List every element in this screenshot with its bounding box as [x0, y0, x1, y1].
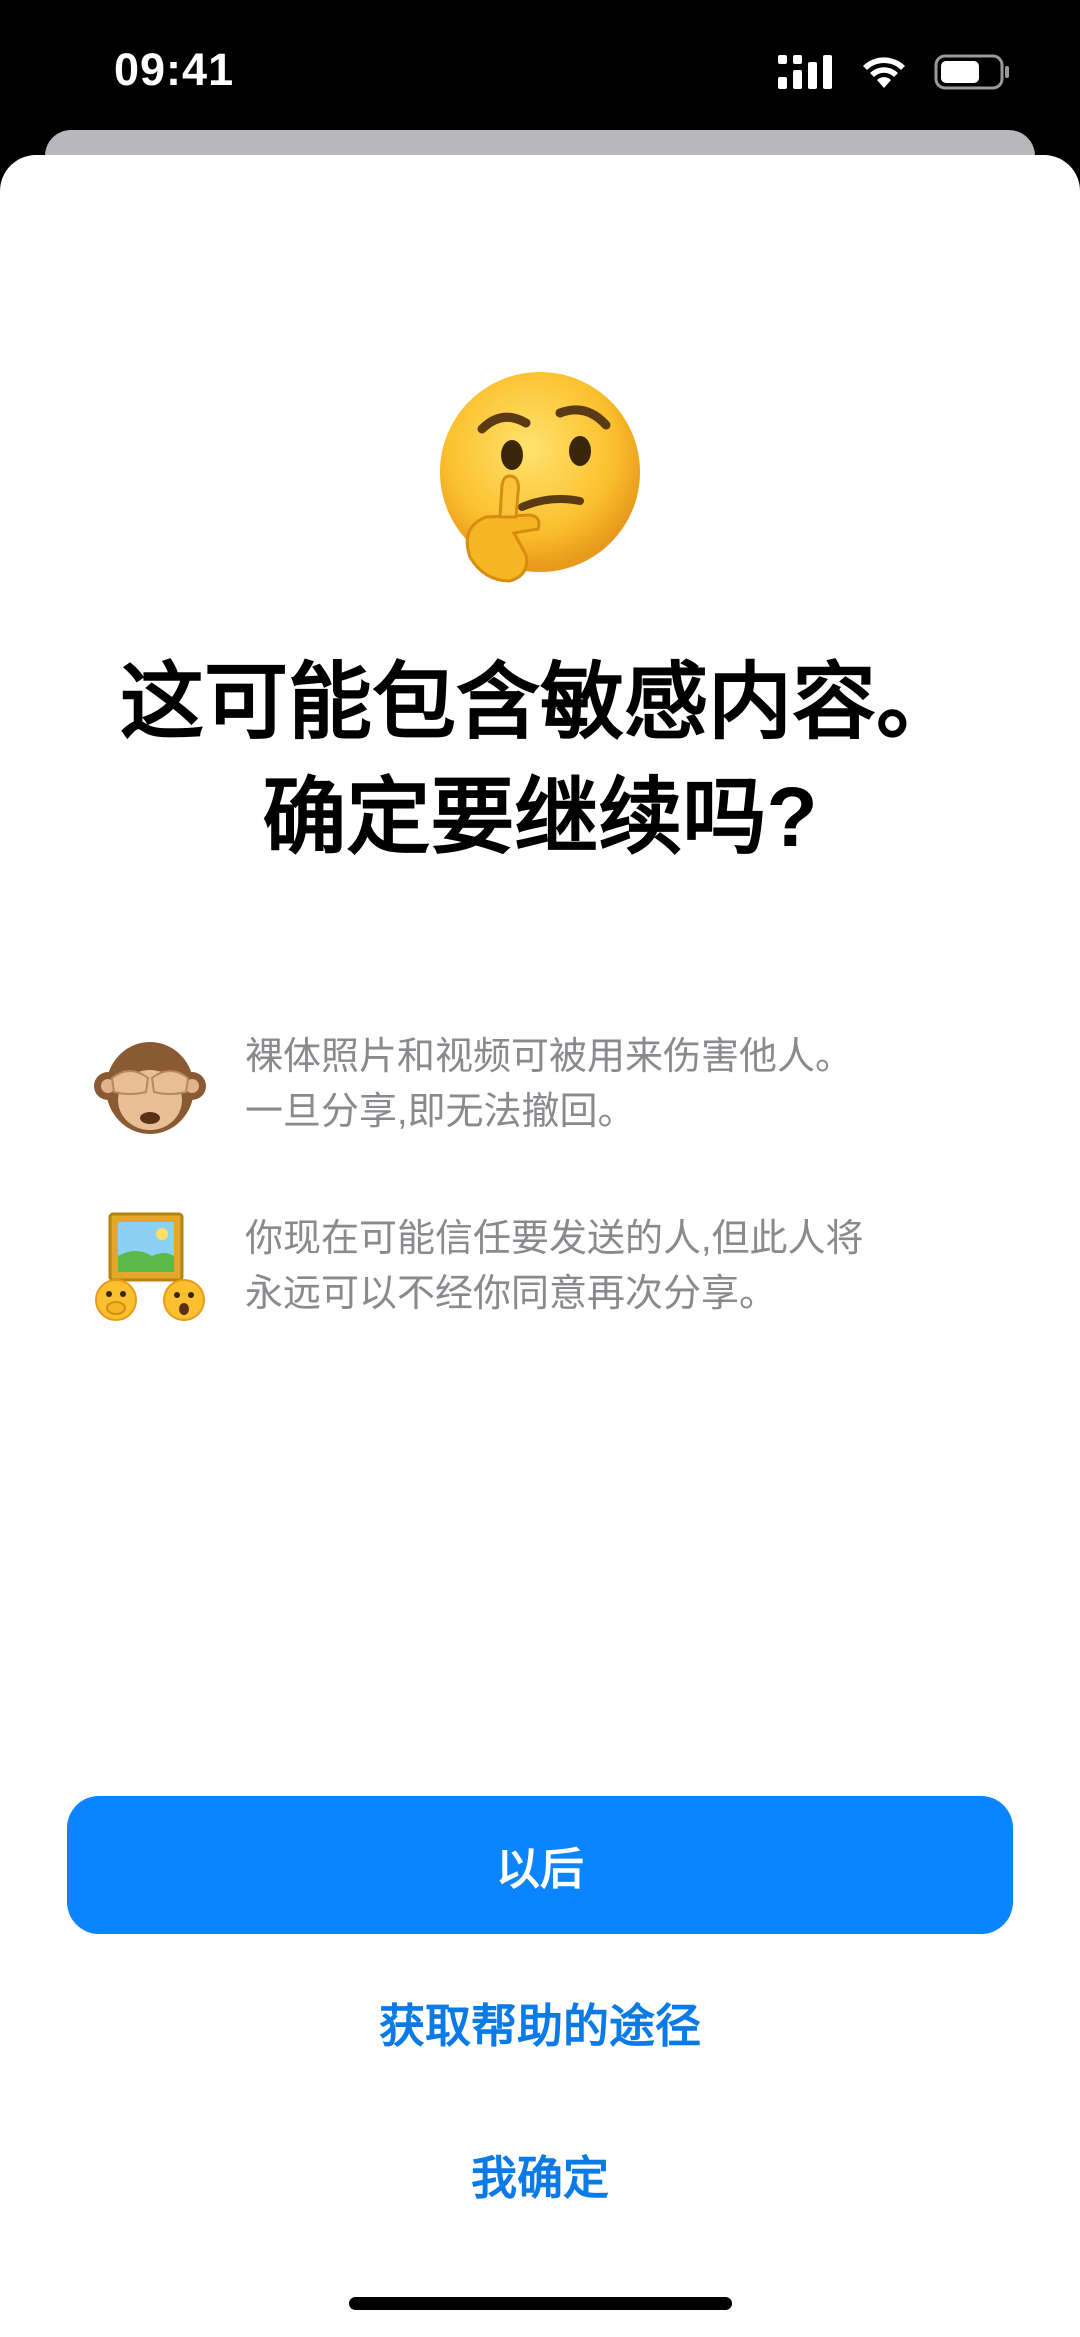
home-indicator[interactable] [349, 2297, 732, 2310]
get-help-link[interactable]: 获取帮助的途径 [0, 1990, 1080, 2056]
page-title: 这可能包含敏感内容。 确定要继续吗? [0, 645, 1080, 875]
status-bar: 09:41 [0, 0, 1080, 150]
framed-picture-with-faces-emoji-icon [95, 1212, 205, 1321]
later-button[interactable]: 以后 [67, 1796, 1013, 1934]
status-time: 09:41 [114, 44, 235, 95]
cellular-signal-icon [778, 55, 832, 89]
wifi-icon [863, 57, 905, 88]
thinking-face-emoji-icon [440, 372, 640, 583]
confirm-button[interactable]: 我确定 [0, 2142, 1080, 2208]
status-icons [778, 52, 1010, 92]
info-1-line-1: 裸体照片和视频可被用来伤害他人。 [245, 1036, 854, 1078]
title-line-2: 确定要继续吗? [262, 770, 818, 864]
info-text-1: 裸体照片和视频可被用来伤害他人。 一旦分享,即无法撤回。 [245, 1030, 1005, 1140]
info-text-2: 你现在可能信任要发送的人,但此人将 永远可以不经你同意再次分享。 [245, 1212, 1005, 1322]
info-2-line-2: 永远可以不经你同意再次分享。 [245, 1273, 778, 1315]
title-line-1: 这可能包含敏感内容。 [119, 655, 960, 749]
info-1-line-2: 一旦分享,即无法撤回。 [245, 1091, 636, 1133]
info-2-line-1: 你现在可能信任要发送的人,但此人将 [245, 1218, 864, 1260]
battery-icon [934, 54, 1009, 90]
see-no-evil-monkey-emoji-icon [94, 1042, 206, 1134]
